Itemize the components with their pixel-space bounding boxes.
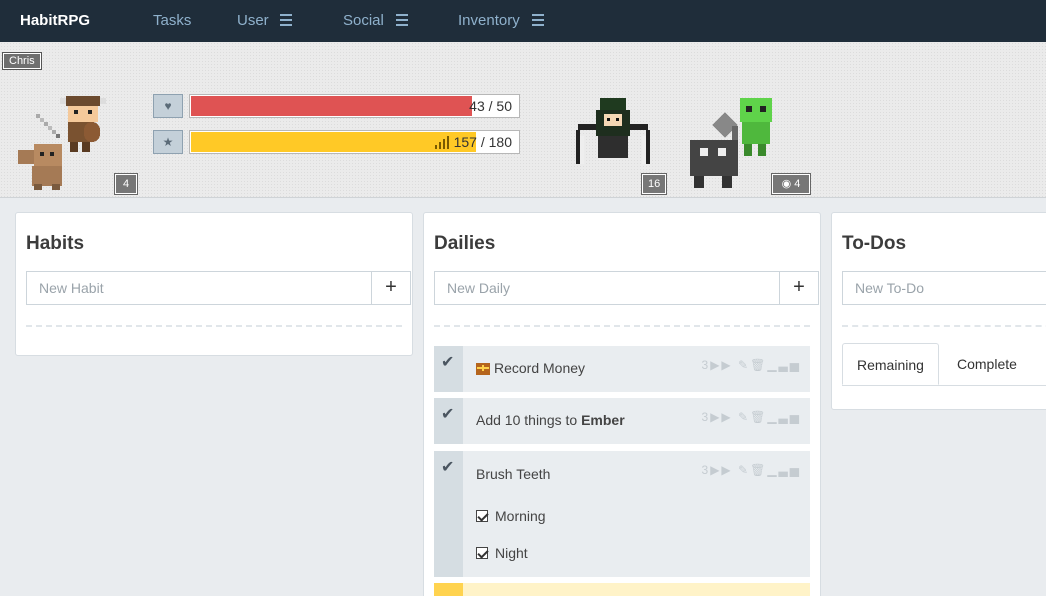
party-member-level-badge: 16: [640, 173, 668, 195]
new-todo-input[interactable]: [842, 271, 1046, 305]
edit-icon[interactable]: ✎: [738, 463, 750, 477]
divider: [842, 325, 1046, 327]
trash-icon[interactable]: 🗑: [750, 463, 767, 477]
edit-icon[interactable]: ✎: [738, 410, 750, 424]
daily-task[interactable]: ✔ Record Money 3▶▶ ✎🗑▁▃▅: [434, 346, 810, 392]
health-value: 43 / 50: [469, 98, 512, 114]
heart-icon: ♥: [153, 94, 183, 118]
nav-user[interactable]: User: [237, 12, 269, 29]
top-navbar: HabitRPG Tasks User Social Inventory: [0, 0, 1046, 42]
habits-title: Habits: [26, 233, 85, 254]
divider: [26, 325, 402, 327]
task-checkbox[interactable]: ✔: [434, 346, 463, 392]
daily-task[interactable]: ✔ Brush Teeth 3▶▶ ✎🗑▁▃▅ Morning Night: [434, 451, 810, 577]
habits-panel: Habits +: [15, 212, 413, 356]
checklist-checkbox[interactable]: [476, 547, 488, 559]
checklist-label: Morning: [495, 508, 546, 524]
task-title: Add 10 things to Ember: [476, 412, 625, 428]
level-badge: 4: [114, 173, 138, 195]
menu-icon[interactable]: [396, 14, 408, 26]
trash-icon[interactable]: 🗑: [750, 358, 767, 372]
checklist-label: Night: [495, 545, 528, 561]
add-habit-button[interactable]: +: [371, 271, 411, 305]
task-title-text: Add 10 things to: [476, 412, 582, 428]
task-controls: 3▶▶ ✎🗑▁▃▅: [702, 410, 801, 424]
health-bar: 43 / 50: [189, 94, 520, 118]
divider: [434, 325, 810, 327]
add-daily-button[interactable]: +: [779, 271, 819, 305]
stats-icon[interactable]: ▁▃▅: [767, 463, 801, 477]
mount-count: 4: [794, 178, 801, 190]
streak-count: 3: [701, 358, 711, 372]
experience-bar: 157 / 180: [189, 130, 520, 154]
character-header: [0, 42, 1046, 198]
clock-icon: ◉: [781, 178, 792, 190]
treasure-chest-icon: [476, 363, 490, 375]
menu-icon[interactable]: [532, 14, 544, 26]
mount-badge: ◉ 4: [771, 173, 811, 195]
experience-value: 157 / 180: [453, 134, 512, 150]
new-habit-input[interactable]: [26, 271, 372, 305]
tab-complete[interactable]: Complete: [943, 343, 1031, 385]
task-title: Record Money: [494, 360, 586, 376]
health-bar-fill: [191, 96, 473, 116]
nav-tasks[interactable]: Tasks: [153, 12, 191, 29]
task-title-emphasis: Ember: [581, 412, 625, 428]
user-name-tag[interactable]: Chris: [2, 52, 42, 70]
checklist-checkbox[interactable]: [476, 510, 488, 522]
star-icon: ★: [153, 130, 183, 154]
experience-bar-fill: [191, 132, 477, 152]
brand-logo[interactable]: HabitRPG: [20, 12, 90, 29]
check-icon: ✔: [441, 406, 455, 423]
dailies-title: Dailies: [434, 233, 496, 254]
tab-remaining[interactable]: Remaining: [842, 343, 939, 385]
task-controls: 3▶▶ ✎🗑▁▃▅: [702, 358, 801, 372]
daily-task[interactable]: [434, 583, 810, 596]
task-checkbox[interactable]: ✔: [434, 398, 463, 444]
task-checkbox[interactable]: [434, 583, 463, 596]
check-icon: ✔: [441, 459, 455, 476]
fast-forward-icon: ▶▶: [710, 358, 733, 372]
avatar[interactable]: [14, 92, 112, 192]
party-member-avatar[interactable]: [574, 96, 656, 168]
checklist-item[interactable]: Night: [476, 545, 528, 561]
check-icon: ✔: [441, 354, 455, 371]
todos-title: To-Dos: [842, 233, 907, 254]
signal-bars-icon: [435, 136, 449, 149]
task-checkbox[interactable]: ✔: [434, 451, 463, 577]
daily-task[interactable]: ✔ Add 10 things to Ember 3▶▶ ✎🗑▁▃▅: [434, 398, 810, 444]
stats-icon[interactable]: ▁▃▅: [767, 410, 801, 424]
task-controls: 3▶▶ ✎🗑▁▃▅: [702, 463, 801, 477]
checklist-item[interactable]: Morning: [476, 508, 546, 524]
menu-icon[interactable]: [280, 14, 292, 26]
nav-social[interactable]: Social: [343, 12, 384, 29]
trash-icon[interactable]: 🗑: [750, 410, 767, 424]
streak-count: 3: [701, 463, 711, 477]
task-title: Brush Teeth: [476, 466, 551, 482]
edit-icon[interactable]: ✎: [738, 358, 750, 372]
nav-inventory[interactable]: Inventory: [458, 12, 520, 29]
new-daily-input[interactable]: [434, 271, 780, 305]
fast-forward-icon: ▶▶: [710, 463, 733, 477]
party-member-avatar[interactable]: [686, 96, 778, 192]
stats-icon[interactable]: ▁▃▅: [767, 358, 801, 372]
fast-forward-icon: ▶▶: [710, 410, 733, 424]
streak-count: 3: [701, 410, 711, 424]
